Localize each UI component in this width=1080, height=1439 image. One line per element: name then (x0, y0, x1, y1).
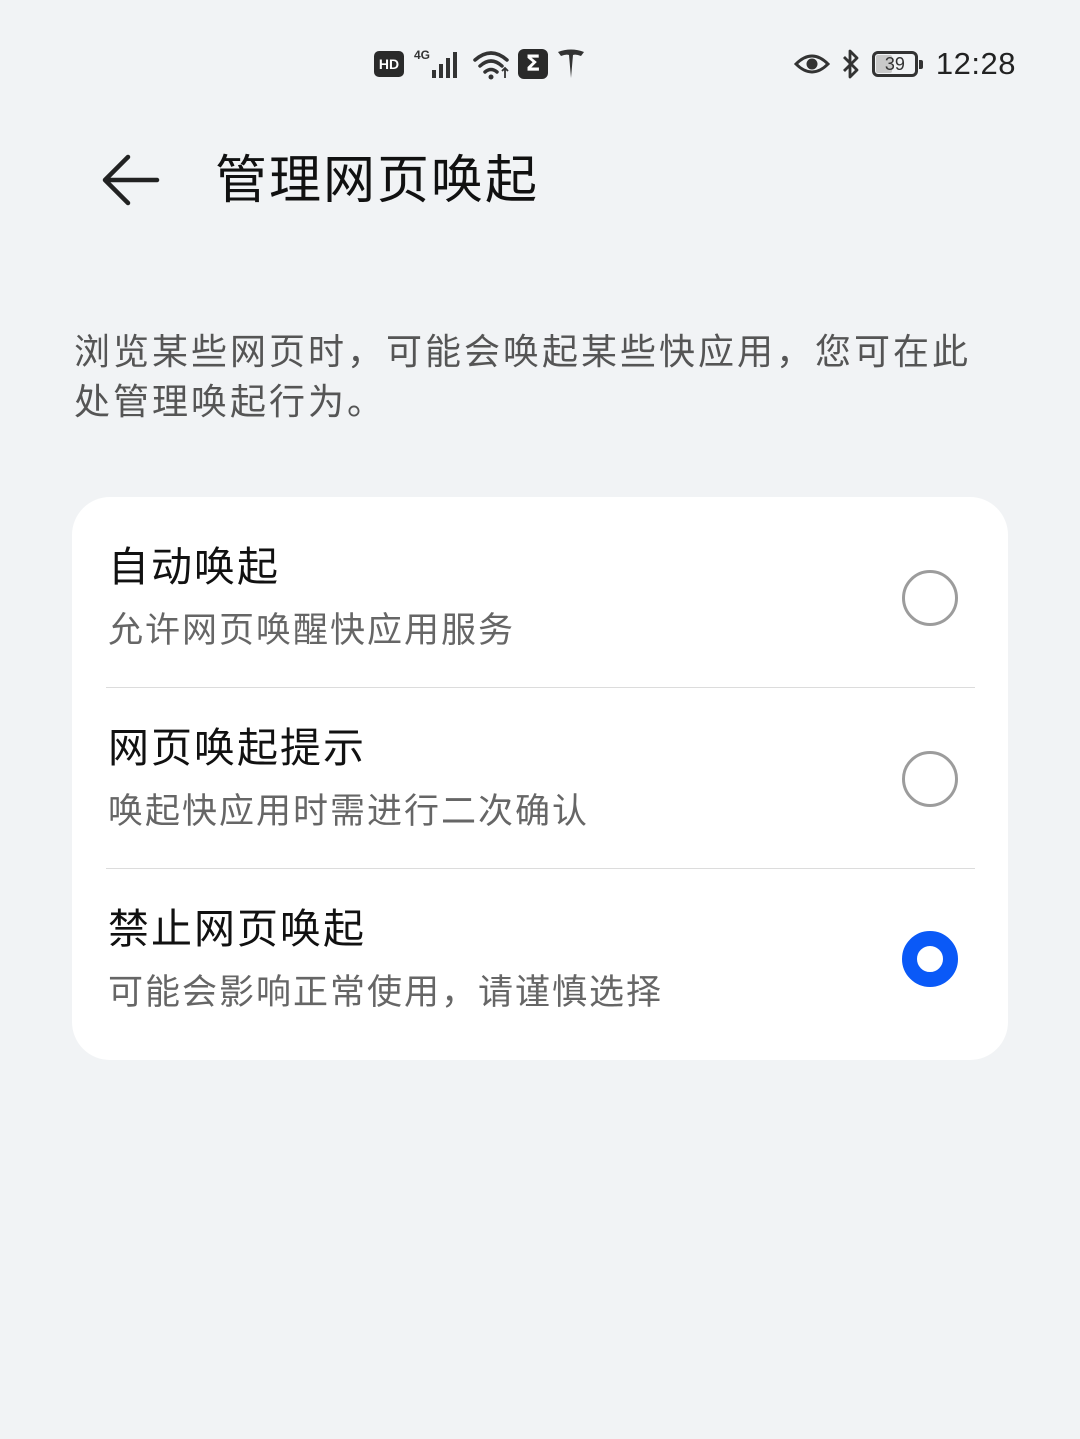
battery-icon: 39 (871, 51, 923, 77)
option-launch-prompt[interactable]: 网页唤起提示 唤起快应用时需进行二次确认 (72, 688, 1008, 868)
option-auto-launch[interactable]: 自动唤起 允许网页唤醒快应用服务 (72, 497, 1008, 677)
status-left-group: HD 4G Σ (374, 44, 586, 84)
hd-label: HD (378, 56, 400, 72)
back-arrow-icon (102, 154, 160, 206)
radio-button[interactable] (902, 751, 958, 807)
option-subtitle: 允许网页唤醒快应用服务 (108, 611, 516, 651)
status-time: 12:28 (935, 46, 1016, 81)
wifi-icon (473, 51, 509, 80)
option-title: 网页唤起提示 (108, 724, 366, 772)
eye-icon (793, 54, 830, 74)
option-subtitle: 可能会影响正常使用，请谨慎选择 (108, 973, 664, 1013)
option-title: 自动唤起 (108, 543, 280, 591)
option-title: 禁止网页唤起 (108, 905, 366, 953)
signal-icon: 4G (414, 48, 457, 78)
tesla-icon (558, 49, 584, 78)
options-card: 自动唤起 允许网页唤醒快应用服务 网页唤起提示 唤起快应用时需进行二次确认 禁止… (72, 497, 1008, 1060)
back-button[interactable] (96, 150, 164, 210)
battery-level: 39 (884, 53, 905, 74)
sigma-app-icon: Σ (518, 49, 548, 79)
radio-button-selected[interactable] (902, 931, 958, 987)
hd-icon: HD (374, 51, 404, 77)
status-right-group: 39 12:28 (793, 44, 1016, 84)
network-label: 4G (414, 48, 430, 62)
sigma-label: Σ (525, 51, 541, 77)
option-subtitle: 唤起快应用时需进行二次确认 (108, 792, 590, 832)
radio-button[interactable] (902, 570, 958, 626)
bluetooth-icon (842, 49, 859, 79)
page-title: 管理网页唤起 (215, 151, 540, 211)
status-bar: HD 4G Σ 39 12:28 (0, 0, 1080, 130)
option-block-launch[interactable]: 禁止网页唤起 可能会影响正常使用，请谨慎选择 (72, 869, 1008, 1049)
page-description: 浏览某些网页时，可能会唤起某些快应用，您可在此处管理唤起行为。 (74, 332, 972, 423)
